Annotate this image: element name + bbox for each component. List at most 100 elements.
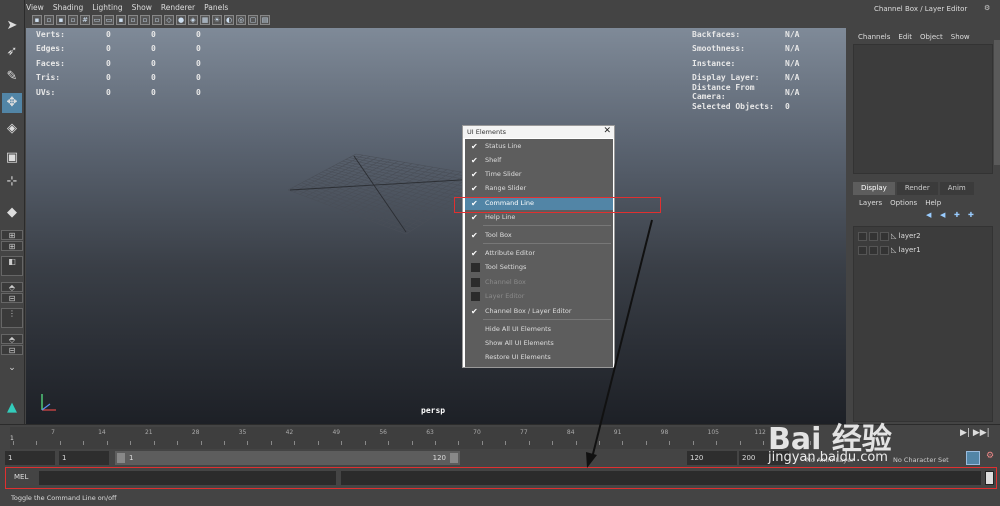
menu-show[interactable]: Show xyxy=(951,33,970,41)
lasso-tool-icon[interactable]: ➶ xyxy=(2,42,22,62)
menu-edit[interactable]: Edit xyxy=(898,33,912,41)
safe-action-icon[interactable]: ▫ xyxy=(140,15,150,25)
new-layer-icon[interactable]: ✚ xyxy=(954,212,962,219)
layout-hypershade-alt-icon[interactable]: ⊟ xyxy=(1,345,23,355)
field-chart-icon[interactable]: ▫ xyxy=(128,15,138,25)
rotate-tool-icon[interactable]: ◈ xyxy=(2,119,22,139)
bookmark-icon[interactable]: ▪ xyxy=(56,15,66,25)
list-item[interactable]: ◺ layer1 xyxy=(858,244,988,257)
ui-element-item[interactable]: ✔ Channel Box / Layer Editor xyxy=(465,305,613,318)
perspective-viewport[interactable]: Verts: 0 0 0 Edges: 0 0 0 Faces: 0 0 0 Tris: 0 0 0 U… xyxy=(26,28,846,424)
playback-start-field[interactable]: 1 xyxy=(59,451,109,465)
checkbox-empty[interactable] xyxy=(471,278,480,287)
hud-icon[interactable]: ▤ xyxy=(260,15,270,25)
mel-label[interactable]: MEL xyxy=(14,473,28,481)
menu-layers[interactable]: Layers xyxy=(859,199,882,207)
textured-icon[interactable]: ▦ xyxy=(200,15,210,25)
checkmark-icon[interactable]: ✔ xyxy=(471,142,480,151)
xray-icon[interactable]: ◎ xyxy=(236,15,246,25)
menu-lighting[interactable]: Lighting xyxy=(92,3,122,15)
select-tool-icon[interactable]: ➤ xyxy=(2,16,22,36)
visibility-toggle[interactable] xyxy=(858,245,867,255)
command-input[interactable] xyxy=(39,471,336,485)
checkbox-empty[interactable] xyxy=(471,292,480,301)
wireframe-on-shaded-icon[interactable]: ◈ xyxy=(188,15,198,25)
layout-four-icon[interactable]: ⊞ xyxy=(1,230,23,240)
layout-graph-icon[interactable]: ⋮ xyxy=(1,308,23,328)
range-bar[interactable]: 1 120 xyxy=(115,451,460,465)
ui-element-item[interactable]: ✔ Attribute Editor xyxy=(465,247,613,260)
safe-title-icon[interactable]: ▫ xyxy=(152,15,162,25)
lights-icon[interactable]: ☀ xyxy=(212,15,222,25)
tab-render[interactable]: Render xyxy=(896,182,938,195)
isolate-icon[interactable]: ▢ xyxy=(248,15,258,25)
move-tool-icon[interactable]: ✥ xyxy=(2,93,22,113)
scale-tool-icon[interactable]: ▣ xyxy=(2,148,22,168)
layout-two-icon[interactable]: ◧ xyxy=(1,256,23,276)
ui-element-item[interactable]: ✔ Status Line xyxy=(465,140,613,153)
checkmark-icon[interactable]: ✔ xyxy=(471,231,480,240)
layout-outliner-icon[interactable]: ⬘ xyxy=(1,282,23,292)
display-type-toggle[interactable] xyxy=(880,231,889,241)
display-type-toggle[interactable] xyxy=(880,245,889,255)
menu-panels[interactable]: Panels xyxy=(204,3,228,15)
range-handle-left[interactable] xyxy=(117,453,125,463)
resolution-gate-icon[interactable]: ▭ xyxy=(104,15,114,25)
menu-channels[interactable]: Channels xyxy=(858,33,890,41)
range-handle-right[interactable] xyxy=(450,453,458,463)
ui-element-item[interactable]: Hide All UI Elements xyxy=(465,323,613,336)
ui-element-item[interactable]: Channel Box xyxy=(465,276,613,289)
menu-shading[interactable]: Shading xyxy=(53,3,83,15)
move-layer-up-icon[interactable]: ◀ xyxy=(926,212,934,219)
menu-view[interactable]: View xyxy=(26,3,44,15)
panel-options-icon[interactable]: ⚙ xyxy=(984,4,990,12)
visibility-toggle[interactable] xyxy=(858,231,867,241)
move-layer-down-icon[interactable]: ◀ xyxy=(940,212,948,219)
playback-toggle[interactable] xyxy=(869,231,878,241)
checkmark-icon[interactable]: ✔ xyxy=(471,307,480,316)
tab-display[interactable]: Display xyxy=(853,182,895,195)
toolbox-menu-icon[interactable]: ⌄ xyxy=(2,358,22,378)
menu-help[interactable]: Help xyxy=(925,199,941,207)
layout-four-alt-icon[interactable]: ⊞ xyxy=(1,241,23,251)
menu-show[interactable]: Show xyxy=(132,3,152,15)
script-editor-icon[interactable] xyxy=(985,471,994,485)
ui-element-item[interactable]: ✔ Tool Box xyxy=(465,229,613,242)
ui-element-item[interactable]: Layer Editor xyxy=(465,290,613,303)
checkmark-icon[interactable]: ✔ xyxy=(471,249,480,258)
ui-element-item[interactable]: Restore UI Elements xyxy=(465,351,613,364)
menu-renderer[interactable]: Renderer xyxy=(161,3,195,15)
checkmark-icon[interactable]: ✔ xyxy=(471,184,480,193)
gate-mask-icon[interactable]: ▪ xyxy=(116,15,126,25)
grid-icon[interactable]: # xyxy=(80,15,90,25)
time-slider-track[interactable]: 7 14 21 28 35 42 49 56 63 70 77 84 91 98 105 112 xyxy=(10,427,811,449)
ui-element-item[interactable]: Show All UI Elements xyxy=(465,337,613,350)
list-item[interactable]: ◺ layer2 xyxy=(858,230,988,243)
ui-element-item[interactable]: ✔ Time Slider xyxy=(465,168,613,181)
camera-attr-icon[interactable]: ▫ xyxy=(44,15,54,25)
ui-element-item[interactable]: ✔ Range Slider xyxy=(465,182,613,195)
close-icon[interactable]: ✕ xyxy=(603,126,611,136)
channel-box-area[interactable] xyxy=(853,44,993,174)
tab-anim[interactable]: Anim xyxy=(939,182,974,195)
ui-element-item[interactable]: Tool Settings xyxy=(465,261,613,274)
layout-hypershade-icon[interactable]: ⬘ xyxy=(1,334,23,344)
side-tab[interactable] xyxy=(994,40,1000,165)
shadows-icon[interactable]: ◐ xyxy=(224,15,234,25)
new-layer-selected-icon[interactable]: ✚ xyxy=(968,212,976,219)
playback-toggle[interactable] xyxy=(869,245,878,255)
smooth-shade-icon[interactable]: ● xyxy=(176,15,186,25)
image-plane-icon[interactable]: ▫ xyxy=(68,15,78,25)
film-gate-icon[interactable]: ▭ xyxy=(92,15,102,25)
checkmark-icon[interactable]: ✔ xyxy=(471,170,480,179)
manipulator-tool-icon[interactable]: ⊹ xyxy=(2,172,22,192)
camera-icon[interactable]: ▪ xyxy=(32,15,42,25)
start-time-field[interactable]: 1 xyxy=(5,451,55,465)
paint-select-tool-icon[interactable]: ✎ xyxy=(2,67,22,87)
ui-element-item[interactable]: ✔ Shelf xyxy=(465,154,613,167)
checkmark-icon[interactable]: ✔ xyxy=(471,213,480,222)
checkmark-icon[interactable]: ✔ xyxy=(471,156,480,165)
single-view-icon[interactable]: ◆ xyxy=(2,203,22,223)
wireframe-icon[interactable]: ◇ xyxy=(164,15,174,25)
playback-end-field[interactable]: 120 xyxy=(687,451,737,465)
